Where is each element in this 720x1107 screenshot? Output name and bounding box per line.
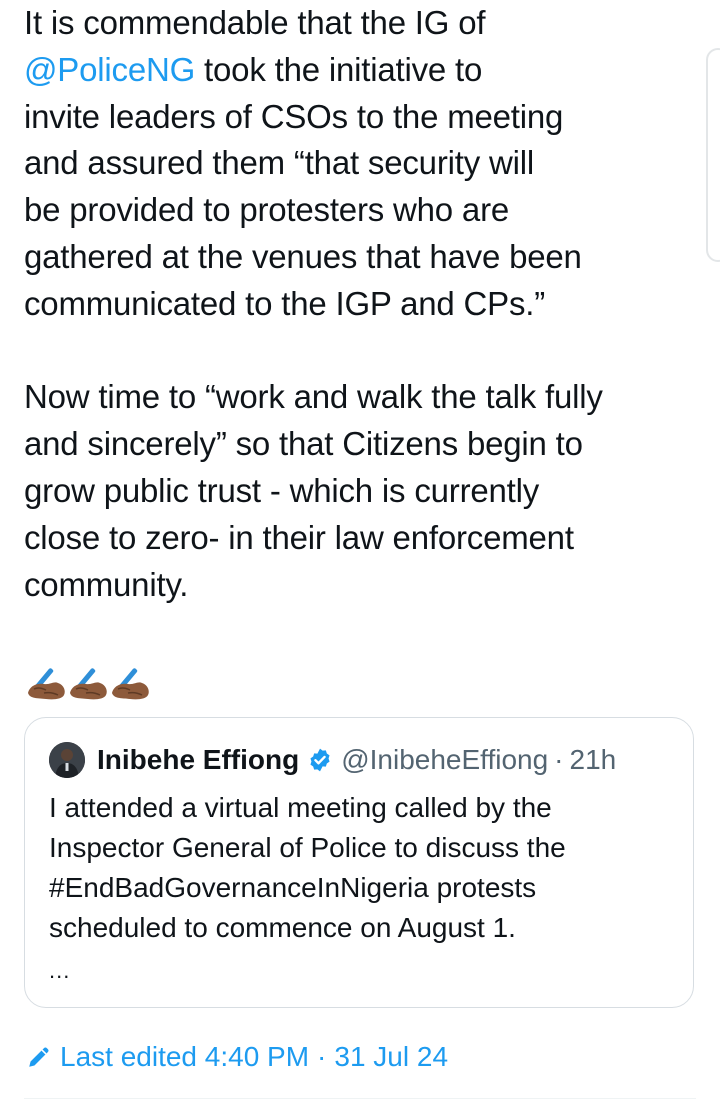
tweet-line: took the initiative to <box>195 50 483 88</box>
last-edited-date: 31 Jul 24 <box>334 1041 449 1072</box>
tweet-text: It is commendable that the IG of @Police… <box>24 0 704 608</box>
quoted-line: Inspector General of Police to discuss t… <box>49 832 566 863</box>
separator-dot: · <box>317 1041 327 1072</box>
tweet-line: and assured them “that security will <box>24 144 535 182</box>
quoted-author-name[interactable]: Inibehe Effiong <box>97 744 299 776</box>
tweet-line: communicated to the IGP and CPs.” <box>24 284 546 322</box>
tweet-line: be provided to protesters who are <box>24 191 510 229</box>
side-panel-edge <box>706 48 720 262</box>
verified-badge-icon <box>310 748 330 772</box>
quoted-tweet-header: Inibehe Effiong @InibeheEffiong · 21h <box>49 742 616 778</box>
writing-hand-icon <box>112 668 149 700</box>
tweet-line: close to zero- in their law enforcement <box>24 518 574 556</box>
quoted-author-handle[interactable]: @InibeheEffiong <box>341 744 548 776</box>
separator-dot: · <box>554 744 564 775</box>
divider <box>24 1098 696 1099</box>
tweet-paragraph-2: Now time to “work and walk the talk full… <box>24 374 704 608</box>
last-edited-link[interactable]: Last edited 4:40 PM · 31 Jul 24 <box>26 1037 448 1077</box>
writing-hand-icon <box>70 668 107 700</box>
quoted-line: #EndBadGovernanceInNigeria protests <box>49 872 537 903</box>
tweet-line: invite leaders of CSOs to the meeting <box>24 97 564 135</box>
avatar-image <box>49 742 85 778</box>
mention-link[interactable]: @PoliceNG <box>24 51 195 88</box>
tweet-line: community. <box>24 565 189 603</box>
tweet-line: It is commendable that the IG of <box>24 4 486 41</box>
tweet-line: Now time to “work and walk the talk full… <box>24 378 603 416</box>
pencil-icon <box>29 1047 49 1067</box>
tweet-line: and sincerely” so that Citizens begin to <box>24 425 583 463</box>
quoted-tweet-time[interactable]: 21h <box>570 744 617 776</box>
quoted-line: I attended a virtual meeting called by t… <box>49 792 552 823</box>
show-more-ellipsis[interactable]: ... <box>49 958 70 984</box>
quoted-tweet-card[interactable]: Inibehe Effiong @InibeheEffiong · 21h I … <box>24 717 694 1008</box>
avatar[interactable] <box>49 742 85 778</box>
writing-hand-icon <box>28 668 65 700</box>
tweet-line: grow public trust - which is currently <box>24 471 540 509</box>
quoted-line: scheduled to commence on August 1. <box>49 912 516 943</box>
quoted-tweet-text: I attended a virtual meeting called by t… <box>49 788 679 948</box>
tweet-line: gathered at the venues that have been <box>24 237 582 275</box>
emoji-row <box>24 660 150 706</box>
last-edited-label: Last edited 4:40 PM <box>60 1041 310 1072</box>
tweet-paragraph-1: It is commendable that the IG of @Police… <box>24 0 704 328</box>
